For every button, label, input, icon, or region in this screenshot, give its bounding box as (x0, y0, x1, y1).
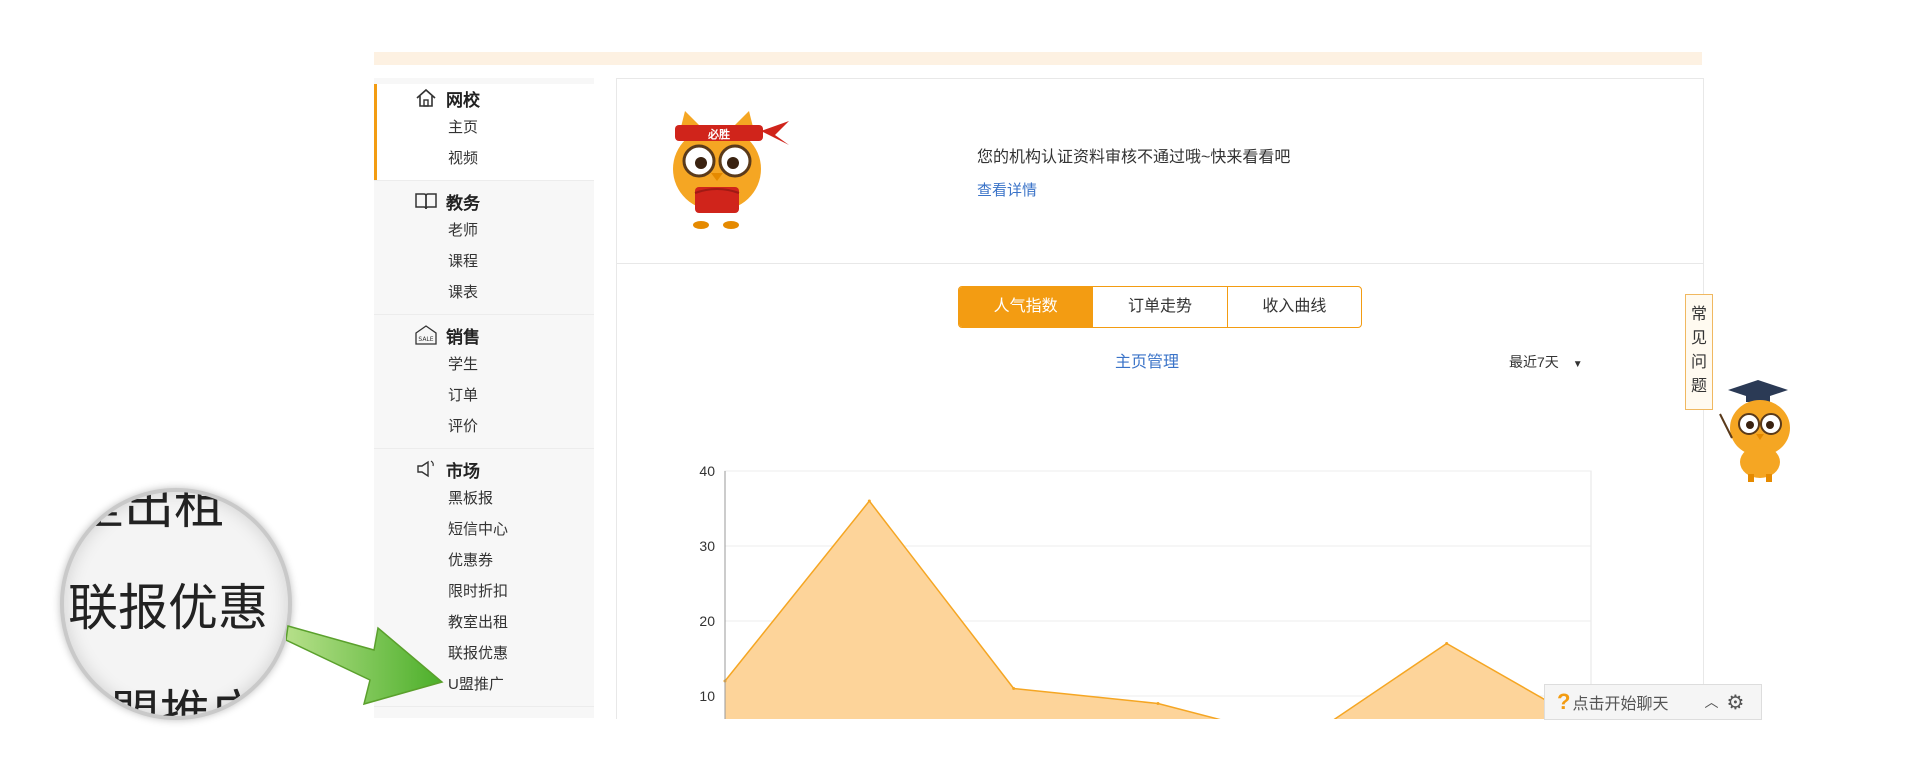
data-point (1445, 642, 1449, 645)
sidebar-item-course[interactable]: 课程 (374, 246, 594, 277)
sidebar-item-coupon[interactable]: 优惠券 (374, 545, 594, 576)
y-tick-label: 10 (699, 688, 715, 704)
chart-subtitle-link[interactable]: 主页管理 (1087, 348, 1207, 372)
sidebar-group-header: SALE 销售 (374, 321, 594, 349)
sidebar-group-header: 市场 (374, 455, 594, 483)
view-details-link[interactable]: 查看详情 (977, 179, 1037, 200)
data-point (867, 499, 871, 503)
main-panel: 必胜 您的机构认证资料审核不通过哦~快来看看吧 查看详情 人气指数 订单走势 收… (616, 78, 1704, 719)
range-select[interactable]: 最近7天 ▼ (1509, 352, 1583, 372)
magnifier-callout: 室出租 联报优惠 U盟推广 (60, 488, 292, 720)
popularity-area-chart: 0102030402016-12-142016-12-152016-12-162… (699, 463, 1592, 719)
sidebar-group-school: 网校 主页 视频 (374, 84, 594, 181)
tab-popularity[interactable]: 人气指数 (959, 287, 1093, 327)
mascot-badge-text: 必胜 (707, 127, 730, 141)
sidebar-group-sales: SALE 销售 学生 订单 评价 (374, 321, 594, 449)
sidebar-item-video[interactable]: 视频 (374, 143, 594, 174)
graduate-owl-mascot (1718, 378, 1798, 489)
chat-bar[interactable]: ? 点击开始聊天 ︿ ⚙ (1544, 684, 1762, 720)
faq-button[interactable]: 常 见 问 题 (1685, 294, 1713, 410)
sidebar-group-title: 教务 (446, 193, 480, 213)
y-tick-label: 30 (699, 538, 715, 554)
chart-tabs: 人气指数 订单走势 收入曲线 (958, 286, 1362, 328)
sidebar-item-order[interactable]: 订单 (374, 380, 594, 411)
data-point (1012, 687, 1016, 690)
question-mark-icon: ? (1557, 689, 1571, 714)
faq-char: 题 (1690, 378, 1707, 395)
magnifier-partial-top: 室出租 (74, 488, 224, 534)
sidebar-item-schedule[interactable]: 课表 (374, 277, 594, 308)
sidebar-item-teacher[interactable]: 老师 (374, 215, 594, 246)
y-tick-label: 20 (699, 613, 715, 629)
notice-message: 您的机构认证资料审核不通过哦~快来看看吧 (977, 149, 1291, 166)
sidebar-group-title: 市场 (446, 461, 480, 481)
sidebar-group-title: 网校 (446, 90, 480, 110)
start-chat-label[interactable]: 点击开始聊天 (1572, 690, 1668, 714)
sidebar-item-flash-discount[interactable]: 限时折扣 (374, 576, 594, 607)
magnifier-text: 联报优惠 (68, 580, 268, 636)
book-icon (414, 189, 438, 213)
sidebar-group-header: 教务 (374, 187, 594, 215)
home-icon (414, 86, 438, 110)
top-strip (374, 52, 1702, 65)
caret-down-icon: ▼ (1572, 359, 1583, 370)
sidebar-item-blackboard[interactable]: 黑板报 (374, 483, 594, 514)
notice-banner: 必胜 您的机构认证资料审核不通过哦~快来看看吧 查看详情 (617, 79, 1703, 264)
sidebar-item-home[interactable]: 主页 (374, 112, 594, 143)
sidebar-item-student[interactable]: 学生 (374, 349, 594, 380)
y-tick-label: 40 (699, 463, 715, 479)
area-fill (725, 501, 1579, 719)
range-select-value: 最近7天 (1509, 354, 1559, 370)
data-point (1156, 702, 1160, 705)
chevron-up-icon[interactable]: ︿ (1704, 692, 1718, 712)
pointer-arrow (286, 625, 444, 706)
magnifier-partial-bottom: U盟推广 (74, 686, 261, 720)
sale-icon: SALE (414, 323, 438, 347)
sidebar-group-header: 网校 (374, 84, 594, 112)
faq-char: 见 (1690, 330, 1707, 347)
gear-icon[interactable]: ⚙ (1726, 690, 1744, 715)
sale-icon-text: SALE (418, 336, 433, 343)
megaphone-icon (414, 457, 438, 481)
sidebar-group-academic: 教务 老师 课程 课表 (374, 187, 594, 315)
faq-char: 常 (1690, 306, 1707, 323)
owl-mascot: 必胜 (665, 101, 795, 236)
tab-income-curve[interactable]: 收入曲线 (1226, 287, 1361, 327)
tab-order-trend[interactable]: 订单走势 (1092, 287, 1226, 327)
sidebar-item-review[interactable]: 评价 (374, 411, 594, 442)
faq-char: 问 (1690, 354, 1707, 371)
sidebar-item-sms-center[interactable]: 短信中心 (374, 514, 594, 545)
sidebar-group-title: 销售 (446, 327, 480, 347)
